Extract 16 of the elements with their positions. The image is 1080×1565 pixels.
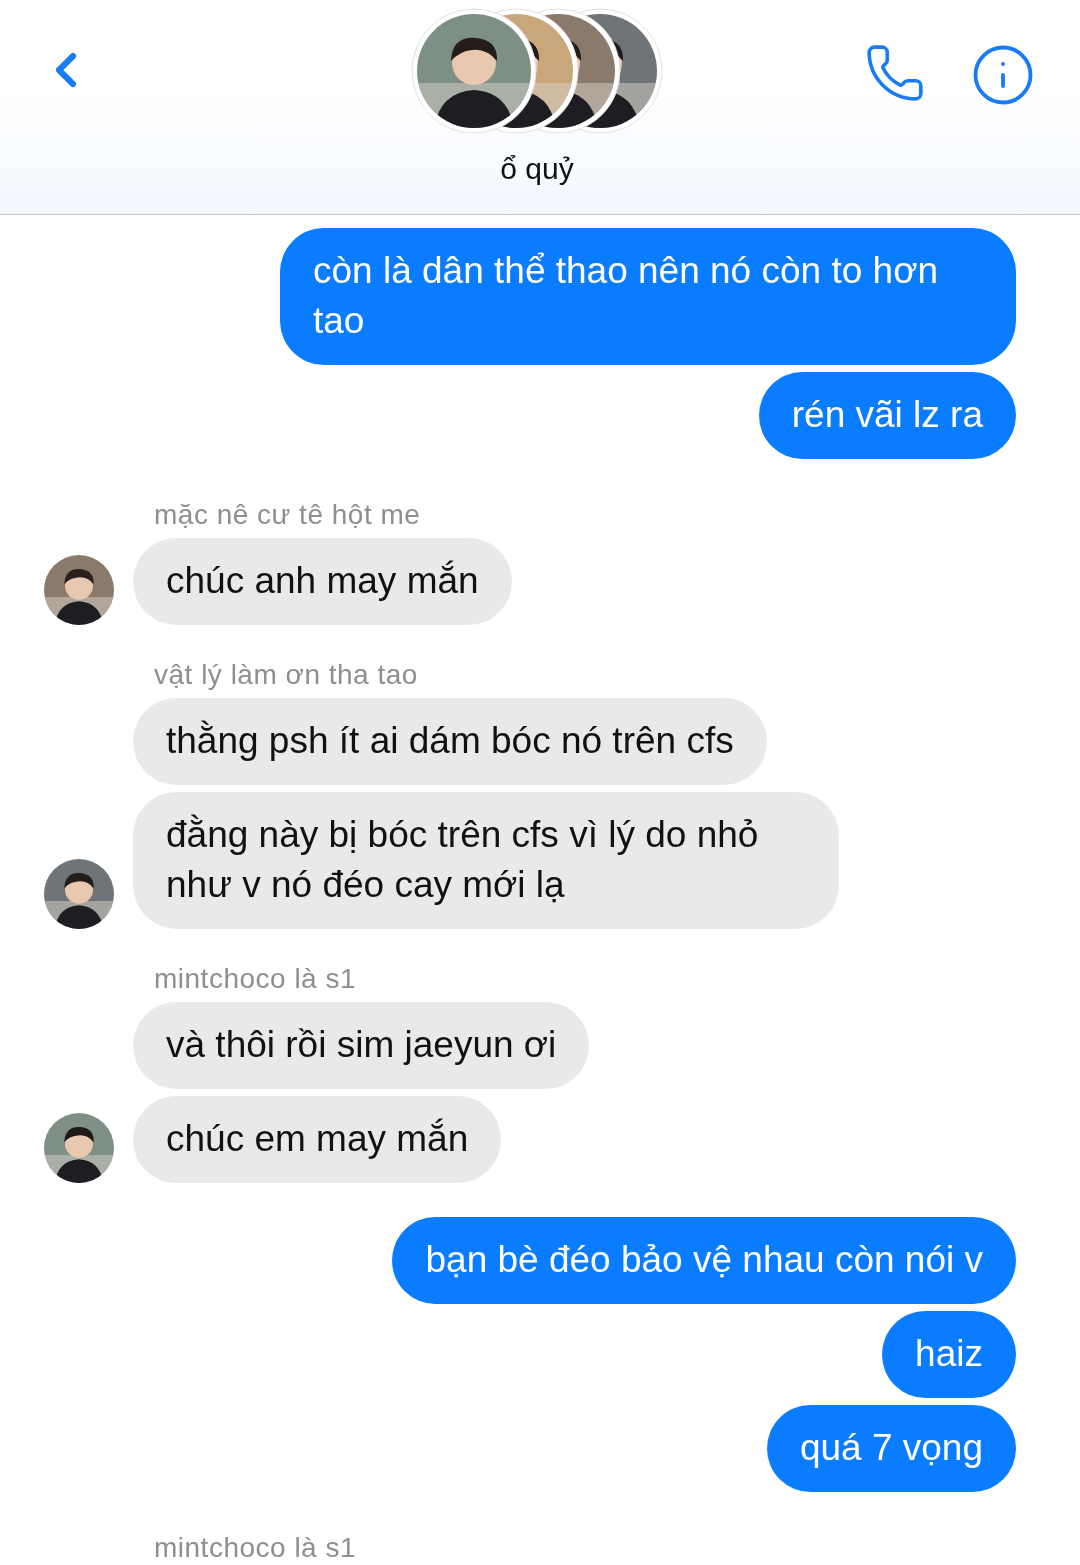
message-bubble[interactable]: đằng này bị bóc trên cfs vì lý do nhỏ như v nó đéo cay mới lạ — [133, 792, 839, 929]
chat-title: ổ quỷ — [500, 152, 574, 186]
message-bubble[interactable]: rén vãi lz ra — [758, 372, 1016, 459]
message-bubble[interactable]: bạn bè đéo bảo vệ nhau còn nói v — [392, 1217, 1016, 1304]
message-bubble[interactable]: và thôi rồi sim jaeyun ơi — [133, 1002, 590, 1089]
phone-icon[interactable] — [864, 42, 926, 104]
message-bubble[interactable]: quá 7 vọng — [766, 1405, 1016, 1492]
message-bubble[interactable]: thằng psh ít ai dám bóc nó trên cfs — [133, 698, 767, 785]
message-bubble[interactable]: chúc em may mắn — [133, 1096, 502, 1183]
message-bubble[interactable]: còn là dân thể thao nên nó còn to hơn tao — [280, 228, 1016, 365]
sender-name: vật lý làm ơn tha tao — [154, 659, 419, 691]
message-bubble[interactable]: haiz — [882, 1311, 1016, 1398]
sender-name: mặc nê cư tê hột me — [154, 499, 422, 531]
message-bubble[interactable]: chúc anh may mắn — [133, 538, 512, 625]
sender-name: mintchoco là s1 — [154, 963, 358, 995]
sender-name: mintchoco là s1 — [154, 1532, 358, 1564]
